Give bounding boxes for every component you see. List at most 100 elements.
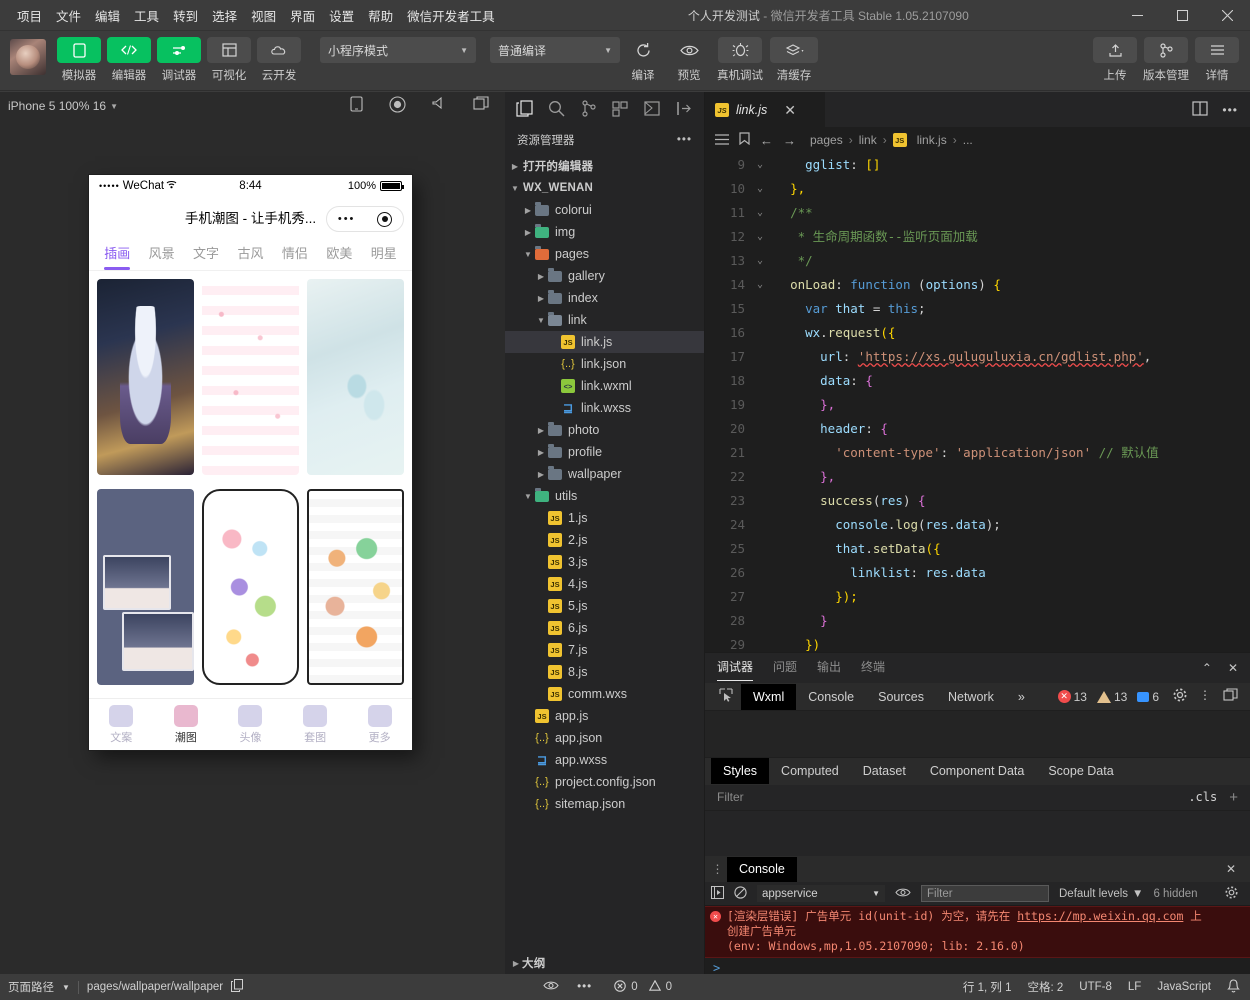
devtools-tab-wxml[interactable]: Wxml bbox=[741, 683, 797, 710]
add-rule-button[interactable]: + bbox=[1229, 789, 1238, 806]
devtools-tab-network[interactable]: Network bbox=[936, 684, 1006, 710]
chevron-right-icon[interactable]: ▶ bbox=[509, 162, 521, 171]
volume-icon[interactable] bbox=[432, 96, 447, 116]
devtools-tab-console[interactable]: Console bbox=[796, 684, 866, 710]
console-prompt[interactable]: > bbox=[705, 958, 1250, 974]
tree-item-index[interactable]: ▶ index bbox=[505, 287, 704, 309]
grid-image-6[interactable] bbox=[307, 488, 404, 685]
phone-tab-gufeng[interactable]: 古风 bbox=[228, 237, 272, 271]
tree-item-wallpaper[interactable]: ▶ wallpaper bbox=[505, 463, 704, 485]
tree-item-5-js[interactable]: JS 5.js bbox=[505, 595, 704, 617]
console-settings-icon[interactable] bbox=[1225, 886, 1244, 902]
bell-icon[interactable] bbox=[1227, 978, 1240, 996]
phone-tab-oumei[interactable]: 欧美 bbox=[317, 237, 361, 271]
toolbar-button-visualizer[interactable]: 可视化 bbox=[206, 37, 252, 83]
tree-item-sitemap-json[interactable]: {..} sitemap.json bbox=[505, 793, 704, 815]
phone-tab-wenzi[interactable]: 文字 bbox=[184, 237, 228, 271]
breadcrumb-pages[interactable]: pages bbox=[810, 133, 843, 147]
status-problems[interactable]: 0 0 bbox=[608, 979, 678, 995]
avatar[interactable] bbox=[10, 39, 46, 75]
toolbar-button-upload[interactable]: 上传 bbox=[1092, 37, 1138, 83]
editor-tab-linkjs[interactable]: JS link.js ✕ bbox=[705, 92, 825, 127]
chevron-down-icon[interactable]: ▼ bbox=[62, 983, 70, 992]
collapse-panel-icon[interactable]: ⌃ bbox=[1202, 661, 1212, 675]
window-icon[interactable] bbox=[473, 96, 489, 116]
console-eye-icon[interactable] bbox=[895, 887, 911, 901]
dock-icon[interactable] bbox=[1223, 688, 1238, 705]
eye-icon[interactable] bbox=[543, 980, 559, 994]
collapse-icon[interactable] bbox=[668, 92, 700, 125]
styles-tab-scope-data[interactable]: Scope Data bbox=[1036, 758, 1125, 784]
outline-toggle-icon[interactable] bbox=[713, 133, 731, 148]
tree-item-comm-wxs[interactable]: JS comm.wxs bbox=[505, 683, 704, 705]
toolbar-button-preview[interactable]: 预览 bbox=[666, 37, 712, 83]
tree-item-8-js[interactable]: JS 8.js bbox=[505, 661, 704, 683]
chevron-down-icon[interactable]: ▼ bbox=[535, 316, 547, 325]
tree-item-link[interactable]: ▼ link bbox=[505, 309, 704, 331]
back-icon[interactable]: ← bbox=[758, 133, 775, 148]
fold-markers[interactable]: ⌄ ⌄ ⌄ ⌄ ⌄ ⌄ bbox=[751, 153, 769, 652]
toolbar-button-debugger[interactable]: 调试器 bbox=[156, 37, 202, 83]
toolbar-button-editor[interactable]: 编辑器 bbox=[106, 37, 152, 83]
wxml-tree-view[interactable] bbox=[705, 711, 1250, 757]
console-levels-select[interactable]: Default levels ▼ bbox=[1059, 888, 1143, 900]
menu-item-project[interactable]: 项目 bbox=[10, 3, 49, 28]
phone-tab-fengjing[interactable]: 风景 bbox=[139, 237, 183, 271]
chevron-right-icon[interactable]: ▶ bbox=[535, 294, 547, 303]
panel-tab-terminal[interactable]: 终端 bbox=[861, 653, 885, 683]
console-tab[interactable]: Console bbox=[727, 856, 797, 882]
tree-item-link-wxss[interactable]: ⊒ link.wxss bbox=[505, 397, 704, 419]
chevron-right-icon[interactable]: ▶ bbox=[535, 470, 547, 479]
maximize-icon[interactable] bbox=[1160, 0, 1205, 31]
language-mode[interactable]: JavaScript bbox=[1157, 981, 1211, 993]
menu-item-tools[interactable]: 工具 bbox=[127, 3, 166, 28]
menu-item-help[interactable]: 帮助 bbox=[361, 3, 400, 28]
grid-image-3[interactable] bbox=[307, 279, 404, 475]
more-actions-icon[interactable]: ••• bbox=[677, 134, 692, 146]
tree-item-link-js[interactable]: JS link.js bbox=[505, 331, 704, 353]
tree-item-打开的编辑器[interactable]: ▶ 打开的编辑器 bbox=[505, 155, 704, 177]
panel-tab-problems[interactable]: 问题 bbox=[773, 653, 797, 683]
menu-item-edit[interactable]: 编辑 bbox=[88, 3, 127, 28]
compile-select[interactable]: 普通编译 ▼ bbox=[490, 37, 620, 63]
styles-tab-dataset[interactable]: Dataset bbox=[851, 758, 918, 784]
menu-item-goto[interactable]: 转到 bbox=[166, 3, 205, 28]
fold-chevron-icon[interactable]: ⌄ bbox=[751, 153, 769, 177]
toolbar-button-simulator[interactable]: 模拟器 bbox=[56, 37, 102, 83]
devtools-tab-overflow[interactable]: » bbox=[1006, 684, 1037, 710]
page-path-label[interactable]: 页面路径 bbox=[8, 979, 54, 995]
grid-image-2[interactable] bbox=[202, 279, 299, 475]
info-count[interactable]: 6 bbox=[1137, 690, 1159, 704]
more-actions-icon[interactable]: ••• bbox=[1222, 103, 1238, 117]
layout-icon[interactable] bbox=[636, 92, 668, 125]
kebab-menu-icon[interactable]: ⋮ bbox=[1199, 688, 1211, 705]
indentation[interactable]: 空格: 2 bbox=[1028, 979, 1064, 995]
menu-item-interface[interactable]: 界面 bbox=[283, 3, 322, 28]
phone-tab-mingxing[interactable]: 明星 bbox=[362, 237, 406, 271]
tree-item-7-js[interactable]: JS 7.js bbox=[505, 639, 704, 661]
toolbar-button-clear-cache[interactable]: 清缓存 bbox=[768, 37, 820, 83]
styles-filter-input[interactable]: Filter bbox=[717, 790, 744, 804]
toolbar-button-device-debug[interactable]: 真机调试 bbox=[712, 37, 768, 83]
source-control-icon[interactable] bbox=[573, 92, 605, 125]
files-icon[interactable] bbox=[509, 92, 541, 125]
rotate-icon[interactable] bbox=[350, 96, 363, 116]
close-panel-icon[interactable]: ✕ bbox=[1228, 661, 1238, 675]
styles-tab-styles[interactable]: Styles bbox=[711, 758, 770, 784]
fold-chevron-icon[interactable]: ⌄ bbox=[751, 225, 769, 249]
forward-icon[interactable]: → bbox=[781, 133, 798, 148]
fold-chevron-icon[interactable]: ⌄ bbox=[751, 249, 769, 273]
eol[interactable]: LF bbox=[1128, 981, 1141, 993]
panel-tab-output[interactable]: 输出 bbox=[817, 653, 841, 683]
breadcrumb-link[interactable]: link bbox=[859, 133, 877, 147]
breadcrumb-file[interactable]: link.js bbox=[917, 133, 947, 147]
tree-item-app-js[interactable]: JS app.js bbox=[505, 705, 704, 727]
fold-chevron-icon[interactable]: ⌄ bbox=[751, 273, 769, 297]
phone-tab-qinglv[interactable]: 情侣 bbox=[273, 237, 317, 271]
error-count[interactable]: ✕ 13 bbox=[1057, 690, 1087, 704]
record-icon[interactable] bbox=[389, 96, 406, 116]
gear-icon[interactable] bbox=[1173, 688, 1187, 705]
chevron-down-icon[interactable]: ▼ bbox=[110, 102, 118, 111]
chevron-right-icon[interactable]: ▶ bbox=[522, 206, 534, 215]
mode-select[interactable]: 小程序模式 ▼ bbox=[320, 37, 476, 63]
